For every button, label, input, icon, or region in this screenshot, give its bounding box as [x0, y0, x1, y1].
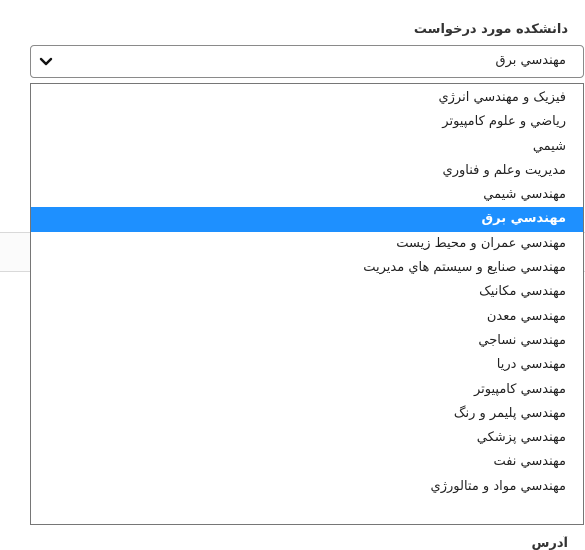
faculty-option[interactable]: مهندسي شيمي	[31, 183, 583, 207]
faculty-option[interactable]: مهندسي مواد و متالورژي	[31, 475, 583, 499]
faculty-option[interactable]: مهندسي صنايع و سيستم هاي مديريت	[31, 256, 583, 280]
faculty-option[interactable]: مهندسي دريا	[31, 353, 583, 377]
faculty-option[interactable]: مهندسي نفت	[31, 450, 583, 474]
faculty-option-selected[interactable]: مهندسي برق	[31, 207, 583, 232]
faculty-option[interactable]: فيزيک و مهندسي انرژي	[31, 86, 583, 110]
chevron-down-icon	[39, 57, 53, 66]
faculty-option[interactable]: مهندسي معدن	[31, 305, 583, 329]
faculty-option[interactable]: مهندسي عمران و محيط زيست	[31, 232, 583, 256]
faculty-option[interactable]: مهندسي نساجي	[31, 329, 583, 353]
address-field-label-partial: آدرس	[531, 536, 568, 550]
faculty-option[interactable]: مهندسي کامپيوتر	[31, 378, 583, 402]
faculty-select-value: مهندسي برق	[495, 53, 566, 68]
faculty-field-label: دانشكده مورد درخواست	[413, 22, 568, 37]
faculty-option[interactable]: مهندسي پزشکي	[31, 426, 583, 450]
faculty-dropdown-list: فيزيک و مهندسي انرژي رياضي و علوم کامپيو…	[30, 83, 584, 525]
faculty-option[interactable]: مهندسي پليمر و رنگ	[31, 402, 583, 426]
faculty-option[interactable]: مديريت وعلم و فناوري	[31, 159, 583, 183]
faculty-option[interactable]: شيمي	[31, 135, 583, 159]
faculty-option[interactable]: رياضي و علوم کامپيوتر	[31, 110, 583, 134]
faculty-select[interactable]: مهندسي برق	[30, 45, 584, 78]
faculty-option[interactable]: مهندسي مکانيک	[31, 280, 583, 304]
